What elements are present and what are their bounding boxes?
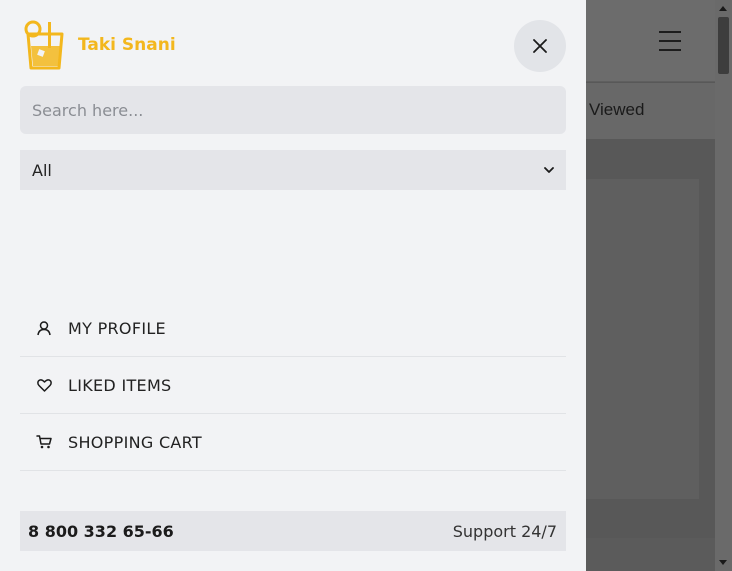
background-footer bbox=[586, 538, 715, 571]
menu-item-label: SHOPPING CART bbox=[68, 432, 202, 452]
brand-logo[interactable]: Taki Snani bbox=[24, 20, 176, 70]
brand-name: Taki Snani bbox=[78, 35, 176, 55]
side-drawer: Taki Snani All MY PROFILE bbox=[0, 0, 586, 571]
heart-icon bbox=[36, 377, 52, 393]
support-label: Support 24/7 bbox=[452, 521, 557, 541]
cart-icon bbox=[36, 434, 52, 450]
hamburger-menu-icon[interactable] bbox=[659, 31, 681, 51]
drink-glass-icon bbox=[24, 20, 64, 70]
support-phone-link[interactable]: 8 800 332 65-66 bbox=[28, 522, 174, 541]
menu-item-liked-items[interactable]: LIKED ITEMS bbox=[20, 357, 566, 414]
category-select[interactable]: All bbox=[20, 150, 566, 190]
scroll-down-icon[interactable] bbox=[719, 560, 727, 565]
scrollbar-thumb[interactable] bbox=[718, 17, 729, 74]
user-icon bbox=[36, 320, 52, 336]
chevron-down-icon bbox=[544, 166, 554, 173]
menu-item-my-profile[interactable]: MY PROFILE bbox=[20, 300, 566, 357]
close-drawer-button[interactable] bbox=[514, 20, 566, 72]
menu-item-label: LIKED ITEMS bbox=[68, 375, 172, 395]
menu-item-label: MY PROFILE bbox=[68, 318, 166, 338]
search-input[interactable] bbox=[20, 86, 566, 134]
close-icon bbox=[533, 39, 547, 53]
scroll-up-icon[interactable] bbox=[719, 6, 727, 11]
background-content-panel bbox=[586, 179, 699, 499]
drawer-menu: MY PROFILE LIKED ITEMS SHOPPING CART bbox=[20, 300, 566, 471]
support-bar: 8 800 332 65-66 Support 24/7 bbox=[20, 511, 566, 551]
category-selected-value: All bbox=[32, 160, 52, 180]
menu-item-shopping-cart[interactable]: SHOPPING CART bbox=[20, 414, 566, 471]
page-scrollbar[interactable] bbox=[715, 0, 732, 571]
